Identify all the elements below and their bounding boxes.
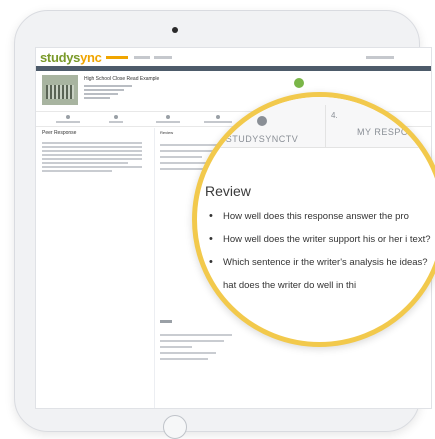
nav-assignments-link[interactable] <box>106 56 128 59</box>
tab-separator <box>325 105 326 147</box>
tab-my-response-label: MY RESPO <box>357 127 409 137</box>
play-icon <box>257 116 267 126</box>
review-question-3: Which sentence ir the writer's analysis … <box>207 255 435 270</box>
status-badge <box>294 78 304 88</box>
logo-text-studys: studys <box>40 50 81 65</box>
magnified-tab-strip: STUDYSYNCTV 4. ✎ MY RESPO <box>197 97 435 148</box>
review-heading-small: Review <box>160 130 174 135</box>
top-navigation-bar: studysync <box>36 48 431 67</box>
rate-heading <box>160 320 172 323</box>
nav-groups-link[interactable] <box>154 56 172 59</box>
tab-my-response[interactable]: ✎ MY RESPO <box>357 115 435 137</box>
peer-response-text <box>42 140 142 174</box>
camera-dot <box>172 27 178 33</box>
review-question-2: How well does the writer support his or … <box>207 232 435 247</box>
studysync-logo[interactable]: studysync <box>40 50 102 65</box>
tab-mini-3[interactable] <box>148 115 188 123</box>
review-question-1: How well does this response answer the p… <box>207 209 435 224</box>
tab-number: 4. <box>331 111 338 120</box>
magnifier-lens: STUDYSYNCTV 4. ✎ MY RESPO Review How wel… <box>192 92 435 347</box>
tab-mini-2[interactable] <box>96 115 136 123</box>
tab-studysynctv-label: STUDYSYNCTV <box>225 134 299 144</box>
nav-library-link[interactable] <box>134 56 150 59</box>
review-question-4: hat does the writer do well in thi <box>207 278 435 293</box>
tab-studysynctv[interactable]: STUDYSYNCTV <box>207 113 317 144</box>
assignment-title: High School Close Read Example <box>84 76 160 82</box>
user-menu[interactable] <box>366 56 394 59</box>
home-button[interactable] <box>163 415 187 439</box>
review-question-list: How well does this response answer the p… <box>207 209 435 301</box>
logo-text-ync: ync <box>80 50 102 65</box>
peer-response-title: Peer Response <box>42 130 77 136</box>
assignment-meta <box>84 83 144 99</box>
review-title: Review <box>205 183 251 199</box>
tab-mini-1[interactable] <box>48 115 88 123</box>
assignment-thumbnail <box>42 75 78 105</box>
rate-criteria-list <box>160 330 240 364</box>
pencil-icon: ✎ <box>389 115 396 124</box>
panel-divider <box>154 128 155 408</box>
